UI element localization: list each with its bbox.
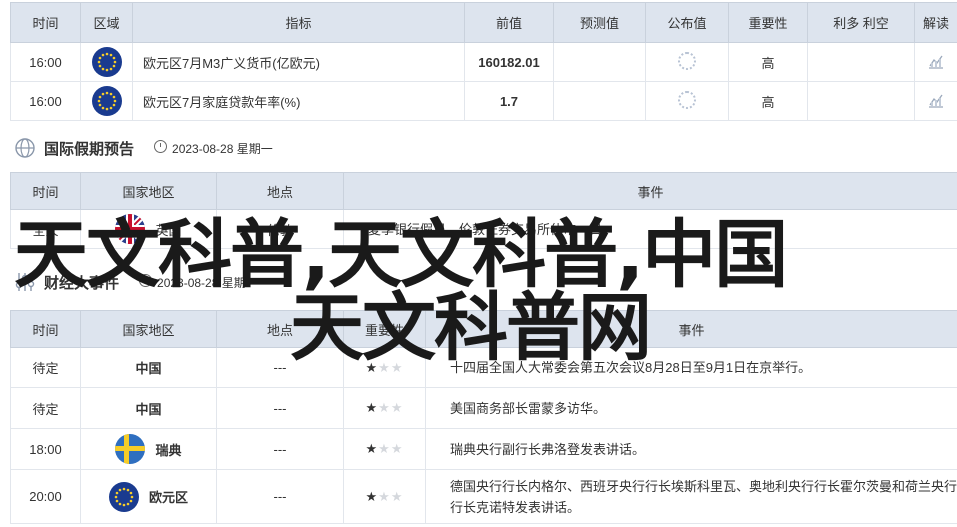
table-row: 18:00 瑞典 --- ★★★ 瑞典央行副行长弗洛登发表讲话。 [10,428,957,470]
col-header-time: 时间 [10,310,81,348]
row-time: 待定 [10,347,81,388]
clock-icon [154,139,168,153]
star-icon: ★ [365,441,379,456]
place-value: --- [216,469,344,524]
importance-stars: ★★★ [343,387,426,429]
analysis-cell[interactable] [914,81,957,121]
importance-stars: ★★★ [343,428,426,470]
col-header-prev: 前值 [464,2,554,43]
place-value: --- [216,387,344,429]
row-time: 16:00 [10,81,81,121]
impact-value [807,81,915,121]
row-time: 16:00 [10,42,81,82]
chart-icon[interactable] [927,91,945,109]
row-time: 待定 [10,387,81,429]
forecast-value [553,42,646,82]
col-header-forecast: 预测值 [553,2,646,43]
indicator-link[interactable]: 欧元区7月家庭贷款年率(%) [132,81,465,121]
actual-value [645,42,729,82]
col-header-indicator: 指标 [132,2,465,43]
star-icon: ★★ [378,441,404,456]
table-header-row: 时间 区域 指标 前值 预测值 公布值 重要性 利多 利空 解读 [10,2,957,43]
col-header-time: 时间 [10,2,81,43]
chart-icon[interactable] [927,52,945,70]
country-value: 中国 [80,387,217,429]
loading-icon [678,90,696,109]
actual-value [645,81,729,121]
event-text: 美国商务部长雷蒙多访华。 [425,387,957,429]
star-icon: ★★ [378,400,404,415]
eu-flag-icon [91,47,122,77]
importance-stars: ★★★ [343,469,426,524]
eu-flag-icon [108,481,139,512]
table-row: 16:00 欧元区7月家庭贷款年率(%) 1.7 高 [10,81,957,121]
col-header-analysis: 解读 [914,2,957,43]
holiday-section-date: 2023-08-28 星期一 [154,139,273,157]
analysis-cell[interactable] [914,42,957,82]
indicator-link[interactable]: 欧元区7月M3广义货币(亿欧元) [132,42,465,82]
event-text: 德国央行行长内格尔、西班牙央行行长埃斯科里瓦、奥地利央行行长霍尔茨曼和荷兰央行行… [425,469,957,524]
globe-icon [15,138,35,158]
table-row: 待定 中国 --- ★★★ 美国商务部长雷蒙多访华。 [10,387,957,429]
forecast-value [553,81,646,121]
region-cell [80,81,133,121]
impact-value [807,42,915,82]
col-header-importance: 重要性 [728,2,808,43]
region-cell [80,42,133,82]
row-time: 20:00 [10,469,81,524]
country-cell: 瑞典 [80,428,217,470]
holiday-section-header: 国际假期预告 2023-08-28 星期一 [14,136,273,160]
prev-value: 160182.01 [464,42,554,82]
prev-value: 1.7 [464,81,554,121]
row-time: 18:00 [10,428,81,470]
eu-flag-icon [91,86,122,116]
star-icon: ★ [365,488,379,504]
star-icon: ★★ [378,488,404,504]
table-row: 16:00 欧元区7月M3广义货币(亿欧元) 160182.01 高 [10,42,957,82]
place-value: --- [216,428,344,470]
holiday-section-title: 国际假期预告 [44,140,135,158]
table-row: 20:00 欧元区 --- ★★★ 德国央行行长内格尔、西班牙央行行长埃斯科里瓦… [10,469,957,524]
event-text: 瑞典央行副行长弗洛登发表讲话。 [425,428,957,470]
country-cell: 欧元区 [80,469,217,524]
col-header-country: 国家地区 [80,310,217,348]
importance-value: 高 [728,42,808,82]
sweden-flag-icon [115,434,146,464]
country-value: 中国 [80,347,217,388]
col-header-impact: 利多 利空 [807,2,915,43]
importance-value: 高 [728,81,808,121]
col-header-actual: 公布值 [645,2,729,43]
watermark-line-2: 天文科普网 [290,285,652,371]
loading-icon [678,51,696,70]
economic-indicators-table: 时间 区域 指标 前值 预测值 公布值 重要性 利多 利空 解读 16:00 欧… [10,2,957,121]
star-icon: ★ [365,400,379,415]
col-header-region: 区域 [80,2,133,43]
